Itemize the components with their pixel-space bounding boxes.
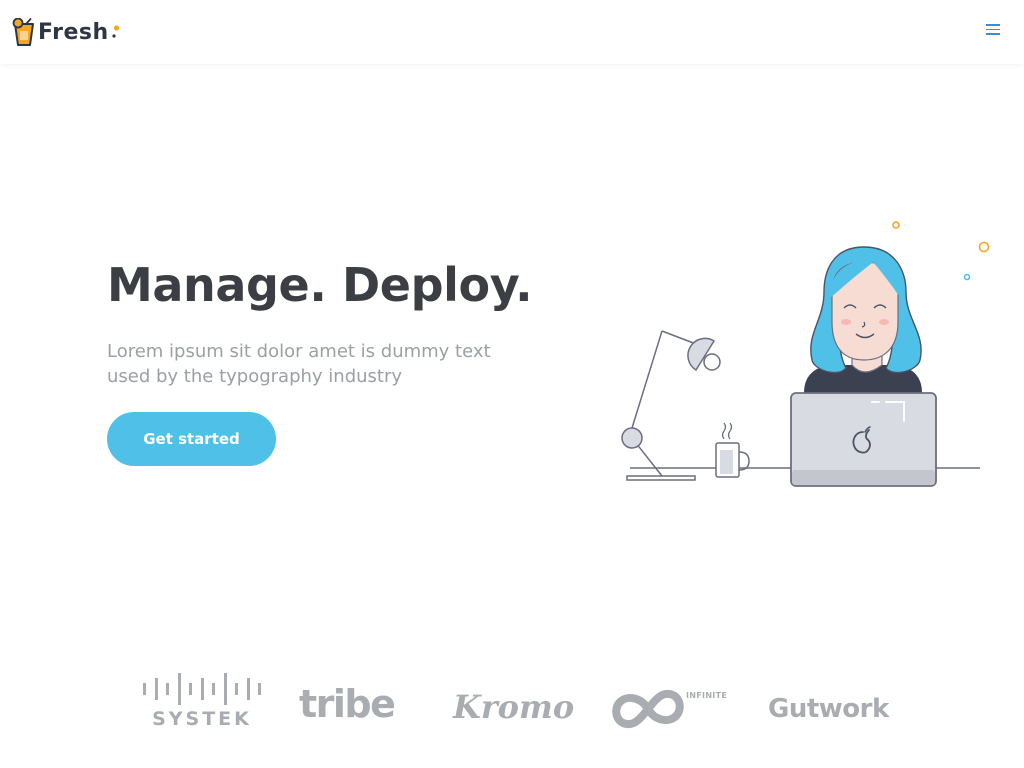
- partner-logo-systek: SYSTEK: [143, 672, 261, 730]
- partner-logo-infinite: INFINITE: [609, 686, 727, 732]
- systek-text: SYSTEK: [152, 708, 252, 730]
- decor-circle: [963, 273, 971, 281]
- logo-dots-icon: [112, 25, 119, 38]
- decor-circle: [978, 241, 990, 253]
- desk-lamp-icon: [621, 330, 721, 481]
- partner-logos: SYSTEK tribe Kromo INFINITE Gutwork: [0, 660, 1024, 740]
- partner-logo-tribe: tribe: [299, 682, 396, 726]
- partner-logo-gutwork: Gutwork: [768, 694, 889, 724]
- decor-circle: [892, 221, 900, 229]
- infinity-icon: [612, 689, 684, 729]
- hamburger-line: [986, 28, 1000, 30]
- hero-illustration: [621, 221, 990, 487]
- hero-subtitle: Lorem ipsum sit dolor amet is dummy text…: [107, 341, 491, 387]
- hero-title: Manage. Deploy.: [107, 258, 533, 312]
- hamburger-menu-button[interactable]: [986, 24, 1000, 38]
- hamburger-line: [986, 24, 1000, 26]
- juice-glass-icon: [12, 18, 34, 46]
- laptop-icon: [790, 392, 937, 487]
- brand-logo[interactable]: Fresh: [12, 18, 120, 46]
- coffee-mug-icon: [715, 422, 750, 478]
- get-started-button[interactable]: Get started: [107, 412, 276, 466]
- woman-figure: [804, 246, 922, 401]
- partner-logo-kromo: Kromo: [453, 688, 575, 726]
- navbar: Fresh: [0, 0, 1024, 64]
- systek-bars-icon: [143, 672, 261, 706]
- hamburger-line: [986, 33, 1000, 35]
- infinite-text: INFINITE: [686, 691, 728, 700]
- logo-text: Fresh: [38, 19, 109, 45]
